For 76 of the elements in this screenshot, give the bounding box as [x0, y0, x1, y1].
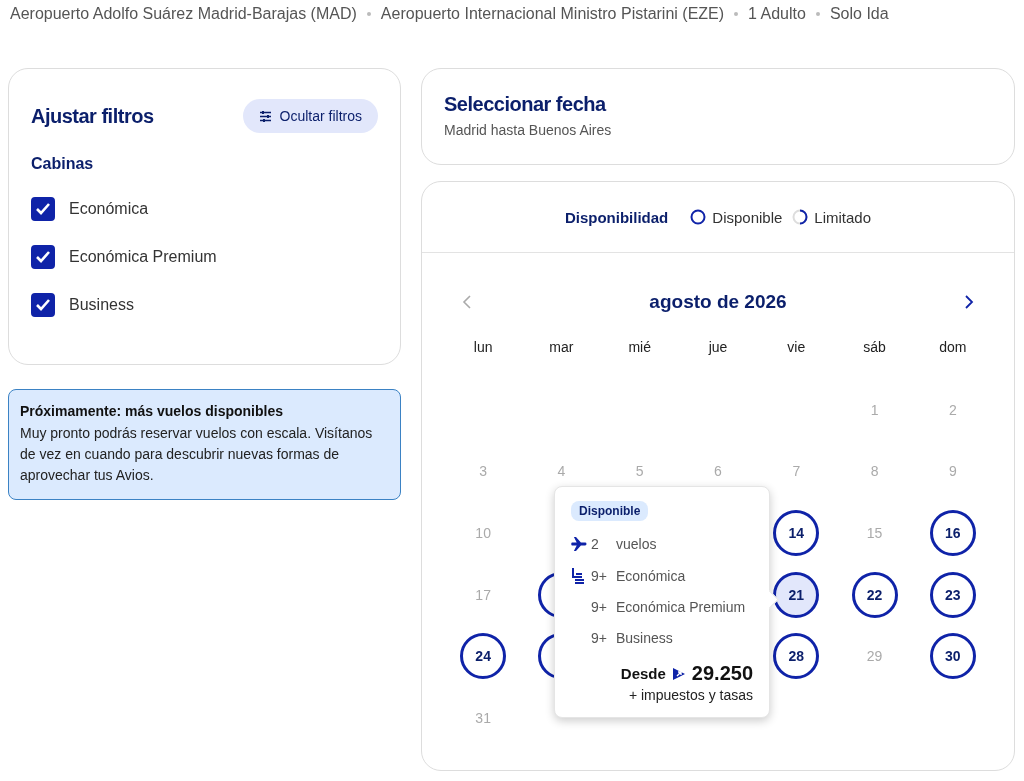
- chevron-right-icon: [964, 294, 974, 310]
- separator-dot-icon: [366, 12, 371, 16]
- price-prefix: Desde: [620, 665, 666, 682]
- weekday-label: sáb: [862, 338, 887, 357]
- cabin-label: Económica: [69, 200, 149, 218]
- weekday-label: jue: [707, 338, 729, 357]
- taxes-note: + impuestos y tasas: [627, 687, 753, 703]
- count-text: 9+: [591, 567, 608, 584]
- unavailable-date: 2: [947, 400, 958, 420]
- weekday-label: mar: [548, 338, 575, 357]
- unavailable-date: 6: [713, 462, 723, 482]
- notice-text: Muy pronto podrás reservar vuelos con escala. Visítanos de vez en cuando para descubrir nuevas formas de aprovechar tus Avios.: [20, 424, 374, 485]
- available-date[interactable]: 14: [773, 510, 820, 556]
- unavailable-date: 5: [634, 462, 645, 482]
- count-text: 9+: [591, 599, 608, 615]
- weekday-label: lun: [472, 338, 494, 357]
- unavailable-date: 3: [478, 462, 489, 482]
- count-text: 9+: [591, 630, 608, 646]
- month-title: agosto de 2026: [649, 291, 787, 313]
- unavailable-date: 4: [556, 462, 567, 482]
- available-date[interactable]: 22: [851, 571, 898, 618]
- breadcrumb-text: Solo Ida: [829, 5, 889, 23]
- row-label: Business: [616, 630, 673, 646]
- available-date[interactable]: 24: [460, 633, 507, 680]
- unavailable-date: 1: [869, 400, 880, 420]
- unavailable-date: 7: [791, 462, 802, 482]
- separator-dot-icon: [815, 12, 820, 16]
- sliders-icon: [258, 109, 272, 123]
- checkmark-icon: [35, 250, 51, 264]
- count-text: 2: [591, 536, 600, 552]
- unavailable-date: 17: [474, 585, 492, 605]
- weekday-label: dom: [938, 338, 968, 357]
- row-label: vuelos: [616, 536, 657, 552]
- checkbox[interactable]: [31, 197, 55, 221]
- checkbox[interactable]: [31, 245, 55, 269]
- separator-dot-icon: [734, 12, 739, 16]
- breadcrumb-text: 1 Adulto: [748, 5, 806, 23]
- cabin-label: Business: [69, 296, 134, 314]
- checkbox[interactable]: [31, 293, 55, 317]
- unavailable-date: 8: [869, 462, 880, 482]
- checkmark-icon: [35, 202, 51, 216]
- chevron-left-icon: [462, 294, 472, 310]
- row-label: Económica: [616, 567, 686, 584]
- price-value: 29.250: [691, 662, 753, 685]
- available-date[interactable]: 16: [929, 510, 976, 556]
- unavailable-date: 9: [947, 462, 958, 482]
- circle-icon: [690, 209, 707, 225]
- hide-filters-button[interactable]: Ocultar filtros: [242, 99, 378, 133]
- breadcrumb-text: Aeropuerto Adolfo Suárez Madrid-Barajas (MAD): [10, 5, 357, 23]
- weekday-label: vie: [786, 338, 807, 357]
- availability-badge: Disponible: [571, 501, 649, 521]
- unavailable-date: 31: [474, 708, 492, 728]
- half-circle-icon: [792, 209, 809, 225]
- filters-title: Ajustar filtros: [31, 104, 154, 128]
- unavailable-date: 10: [474, 524, 492, 543]
- row-label: Económica Premium: [616, 599, 746, 615]
- breadcrumb-text: Aeropuerto Internacional Ministro Pistarini (EZE): [380, 5, 725, 23]
- legend-label: Disponible: [712, 208, 783, 226]
- weekday-label: mié: [627, 338, 652, 357]
- available-date[interactable]: 28: [773, 633, 820, 680]
- plane-icon: [571, 537, 588, 551]
- seat-icon: [571, 567, 585, 584]
- unavailable-date: 15: [865, 524, 884, 543]
- notice-title: Próximamente: más vuelos disponibles: [20, 403, 284, 419]
- unavailable-date: 29: [865, 647, 884, 667]
- cabins-heading: Cabinas: [31, 155, 95, 173]
- available-date[interactable]: 21: [773, 571, 820, 618]
- date-title: Seleccionar fecha: [444, 93, 608, 116]
- available-date[interactable]: 23: [929, 571, 976, 618]
- legend-label: Limitado: [814, 208, 872, 226]
- checkmark-icon: [35, 298, 51, 312]
- cabin-label: Económica Premium: [69, 248, 217, 266]
- route-subtitle: Madrid hasta Buenos Aires: [444, 122, 613, 138]
- avios-icon: [671, 666, 686, 681]
- legend-title: Disponibilidad: [564, 208, 669, 226]
- available-date[interactable]: 30: [929, 633, 976, 680]
